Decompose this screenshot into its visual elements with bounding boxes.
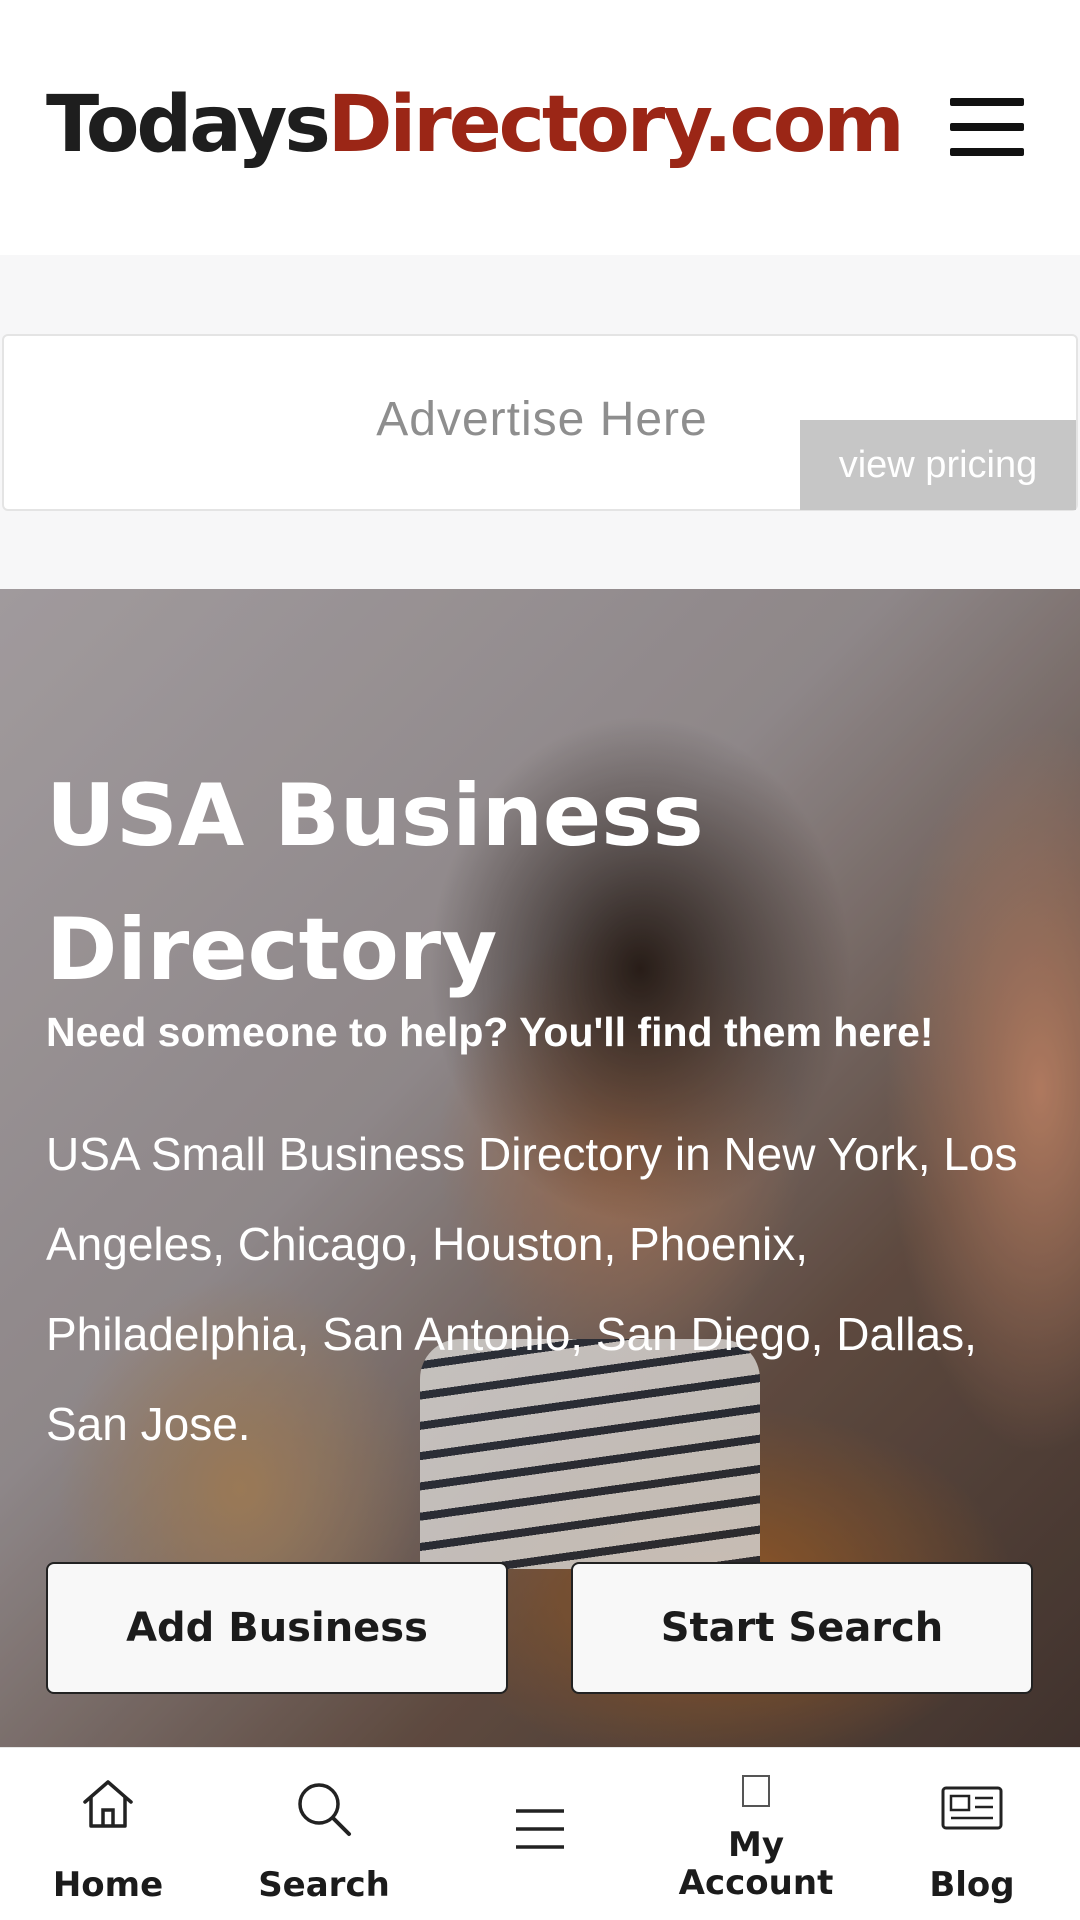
hero-subtitle: Need someone to help? You'll find them h… — [46, 1009, 934, 1055]
nav-label-my-account: My Account — [678, 1825, 834, 1903]
start-search-button[interactable]: Start Search — [571, 1562, 1033, 1694]
nav-item-home[interactable]: Home — [0, 1748, 216, 1920]
logo-part-todays: Todays — [46, 80, 331, 170]
menu-icon — [516, 1809, 564, 1849]
nav-item-blog[interactable]: Blog — [864, 1748, 1080, 1920]
nav-item-menu[interactable] — [432, 1748, 648, 1920]
search-icon — [298, 1783, 351, 1836]
nav-label-search: Search — [258, 1865, 390, 1905]
nav-label-blog: Blog — [929, 1865, 1015, 1905]
hero-description: USA Small Business Directory in New York… — [46, 1128, 1018, 1450]
nav-item-search[interactable]: Search — [216, 1748, 432, 1920]
hero-section: USA Business Directory Need someone to h… — [0, 589, 1080, 1747]
nav-item-my-account[interactable]: My Account — [648, 1748, 864, 1920]
account-icon — [742, 1775, 770, 1807]
hero-title: USA Business Directory — [46, 766, 704, 1000]
newspaper-icon — [941, 1786, 1003, 1830]
view-pricing-button[interactable]: view pricing — [800, 420, 1076, 510]
add-business-button[interactable]: Add Business — [46, 1562, 508, 1694]
bottom-nav: Home Search My Account Blog — [0, 1747, 1080, 1920]
site-header: TodaysDirectory.com — [0, 0, 1080, 255]
ad-banner[interactable]: Advertise Here view pricing — [2, 334, 1078, 511]
hamburger-menu-icon[interactable] — [950, 98, 1024, 156]
site-logo[interactable]: TodaysDirectory.com — [46, 80, 905, 170]
page: TodaysDirectory.com Advertise Here view … — [0, 0, 1080, 1920]
nav-label-home: Home — [52, 1865, 164, 1905]
home-icon — [83, 1780, 133, 1828]
logo-part-directory: Directory.com — [327, 80, 905, 170]
ad-section: Advertise Here view pricing — [0, 255, 1080, 589]
